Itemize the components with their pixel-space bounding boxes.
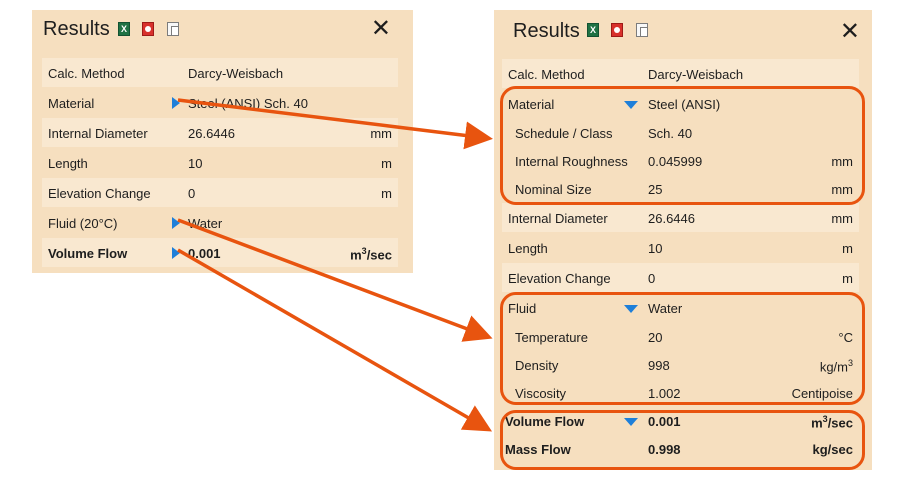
connector-arrows xyxy=(177,98,493,432)
material-arrow xyxy=(177,98,493,150)
